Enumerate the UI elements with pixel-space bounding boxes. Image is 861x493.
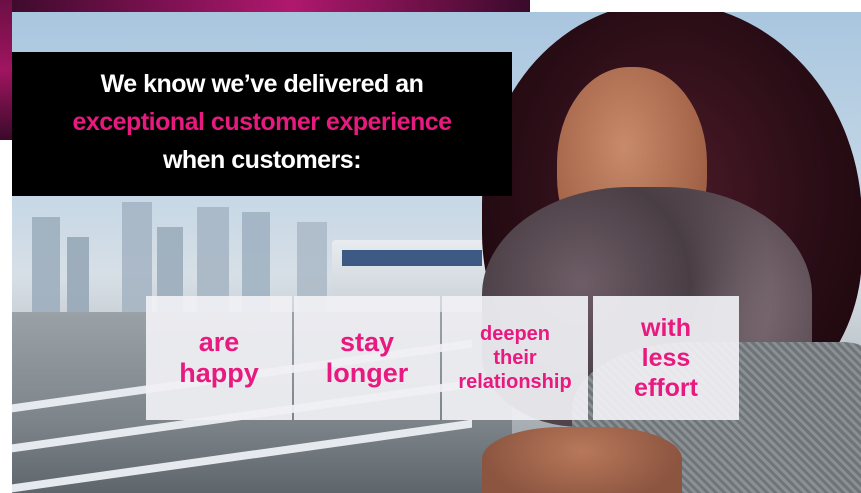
card-less-effort: with less effort xyxy=(593,296,739,420)
hands xyxy=(482,427,682,493)
building xyxy=(32,217,60,327)
card-stay-longer: stay longer xyxy=(294,296,440,420)
decorative-strip-top xyxy=(0,0,530,12)
headline-box: We know we’ve delivered an exceptional c… xyxy=(12,52,512,196)
card-are-happy: are happy xyxy=(146,296,292,420)
card-text: longer xyxy=(325,358,409,388)
headline-line-3: when customers: xyxy=(162,146,362,174)
card-text: happy xyxy=(179,358,259,388)
headline-line-2: exceptional customer experience xyxy=(72,108,452,136)
card-text: deepen xyxy=(479,323,551,345)
card-text: stay xyxy=(339,327,395,357)
decorative-strip-left xyxy=(0,0,12,140)
card-text: are xyxy=(198,327,240,357)
train xyxy=(332,240,492,298)
headline-line-1: We know we’ve delivered an xyxy=(100,70,424,98)
card-text: effort xyxy=(634,374,698,402)
card-text: less xyxy=(641,344,691,372)
card-text: their xyxy=(493,347,537,369)
card-text: with xyxy=(641,314,691,342)
slide: We know we’ve delivered an exceptional c… xyxy=(0,0,861,493)
card-text: relationship xyxy=(458,371,572,393)
card-deepen-relationship: deepen their relationship xyxy=(442,296,588,420)
